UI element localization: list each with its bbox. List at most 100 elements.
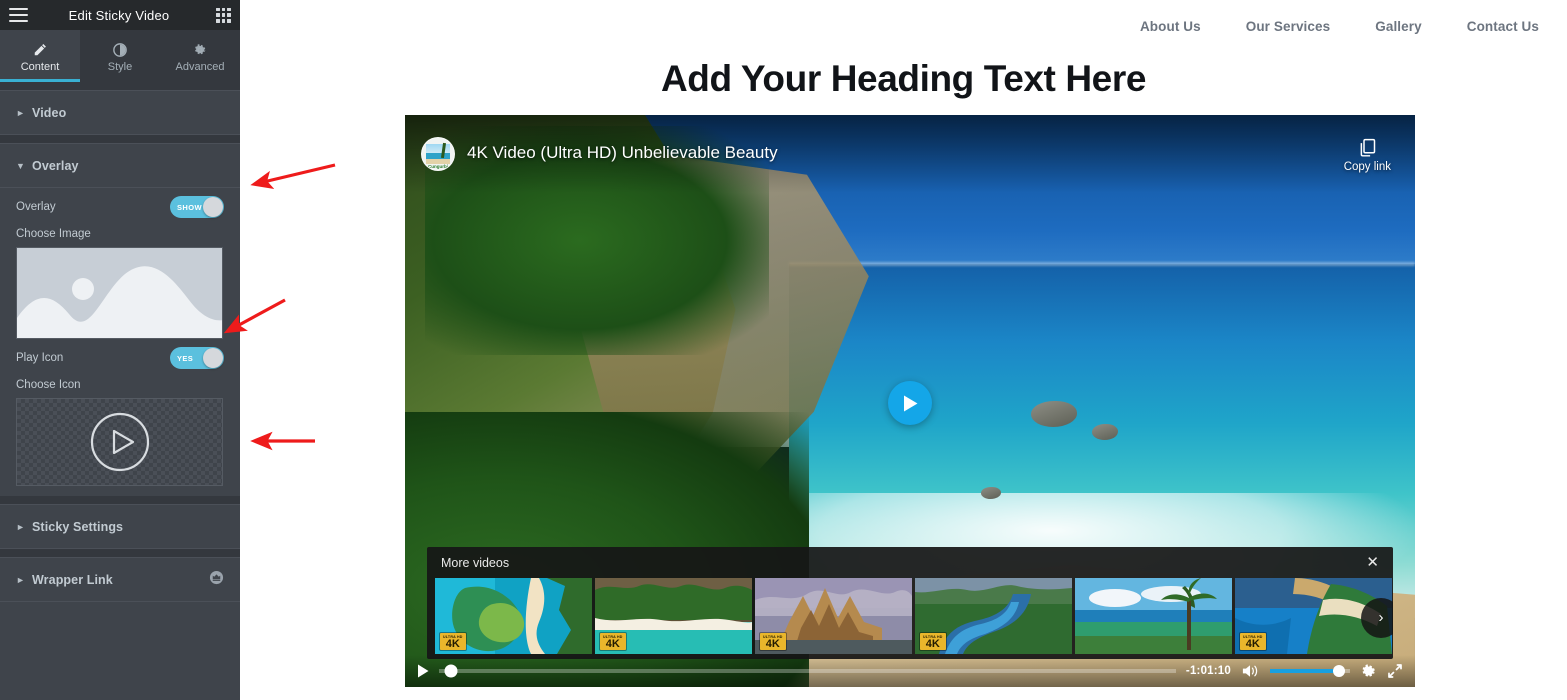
video-title[interactable]: 4K Video (Ultra HD) Unbelievable Beauty (467, 143, 778, 163)
tab-content-label: Content (20, 61, 60, 73)
list-item[interactable]: ULTRA HD 4K (915, 578, 1072, 654)
scene-rock (1091, 423, 1118, 440)
tab-advanced[interactable]: Advanced (160, 30, 240, 82)
more-videos-label: More videos (441, 555, 510, 570)
player-controls: -1:01:10 (405, 655, 1415, 687)
section-gap (0, 496, 240, 504)
nav-item-contact-us[interactable]: Contact Us (1467, 19, 1539, 34)
fullscreen-icon (1388, 664, 1402, 678)
section-gap (0, 549, 240, 557)
close-icon[interactable]: ✕ (1366, 555, 1379, 570)
toggle-knob (203, 197, 223, 217)
badge-main: 4K (925, 638, 940, 650)
pro-icon (209, 570, 224, 590)
section-wrapper-link-label: Wrapper Link (32, 572, 113, 587)
chevron-right-icon: ► (16, 107, 25, 118)
play-icon-toggle-label: Play Icon (16, 352, 64, 364)
chevron-right-icon: ► (16, 521, 25, 532)
section-video[interactable]: ► Video (0, 90, 240, 135)
gear-icon (1362, 663, 1375, 677)
section-video-label: Video (32, 105, 67, 120)
list-item[interactable]: ULTRA HD 4K (755, 578, 912, 654)
choose-icon-label: Choose Icon (16, 379, 81, 391)
site-navigation: About Us Our Services Gallery Contact Us (1140, 0, 1567, 52)
grid-icon[interactable] (216, 7, 231, 23)
big-play-button[interactable] (888, 381, 932, 425)
copy-link-button[interactable]: Copy link (1344, 137, 1391, 173)
list-item[interactable] (1075, 578, 1232, 654)
play-icon-toggle-row: Play Icon YES (16, 339, 224, 377)
nav-item-our-services[interactable]: Our Services (1246, 19, 1331, 34)
chevron-right-icon: ► (16, 574, 25, 585)
badge-4k: ULTRA HD 4K (760, 633, 786, 650)
copy-link-label: Copy link (1343, 161, 1391, 173)
overlay-toggle[interactable]: SHOW (170, 196, 224, 218)
chevron-right-icon[interactable]: › (1361, 597, 1393, 638)
tab-content[interactable]: Content (0, 30, 80, 82)
panel-title: Edit Sticky Video (68, 7, 170, 23)
play-icon-toggle[interactable]: YES (170, 347, 224, 369)
image-placeholder-icon (17, 248, 222, 338)
progress-scrubber[interactable] (444, 664, 458, 678)
tab-style[interactable]: Style (80, 30, 160, 82)
more-videos-panel: More videos ✕ ULTRA HD 4K ULTRA HD 4K UL… (427, 547, 1393, 659)
pencil-icon (33, 43, 47, 57)
screen: Edit Sticky Video Content Style Advanced… (0, 0, 1567, 700)
badge-main: 4K (605, 638, 620, 650)
section-gap (0, 82, 240, 90)
progress-bar[interactable] (439, 664, 1176, 678)
tab-style-label: Style (107, 61, 133, 73)
panel-tabs: Content Style Advanced (0, 30, 240, 82)
overlay-toggle-row: Overlay SHOW (16, 188, 224, 226)
page-heading: Add Your Heading Text Here (660, 58, 1147, 99)
thumbnail-image (1075, 578, 1232, 654)
section-wrapper-link[interactable]: ► Wrapper Link (0, 557, 240, 602)
badge-main: 4K (1245, 638, 1260, 650)
badge-4k: ULTRA HD 4K (920, 633, 946, 650)
scene-rock (980, 486, 1001, 499)
elementor-panel: Edit Sticky Video Content Style Advanced… (0, 0, 240, 700)
channel-avatar[interactable]: Cungurbi (421, 137, 455, 171)
volume-button[interactable] (1241, 663, 1260, 679)
more-videos-strip: ULTRA HD 4K ULTRA HD 4K ULTRA HD 4K ULTR… (427, 578, 1393, 657)
badge-4k: ULTRA HD 4K (600, 633, 626, 650)
play-icon (903, 395, 917, 411)
play-pause-button[interactable] (417, 664, 429, 678)
copy-icon (1360, 138, 1376, 157)
volume-icon (1242, 665, 1258, 677)
avatar-caption: Cungurbi (428, 164, 448, 169)
list-item[interactable]: ULTRA HD 4K (595, 578, 752, 654)
overlay-toggle-state: SHOW (177, 202, 202, 212)
more-videos-header: More videos ✕ (427, 547, 1393, 578)
play-icon (418, 664, 429, 678)
badge-4k: ULTRA HD 4K (440, 633, 466, 650)
nav-item-gallery[interactable]: Gallery (1375, 19, 1421, 34)
settings-button[interactable] (1360, 663, 1377, 680)
contrast-icon (113, 43, 127, 57)
site-preview: About Us Our Services Gallery Contact Us… (240, 0, 1567, 700)
section-sticky-settings-label: Sticky Settings (32, 519, 124, 534)
badge-main: 4K (765, 638, 780, 650)
video-player[interactable]: Cungurbi 4K Video (Ultra HD) Unbelievabl… (405, 115, 1415, 687)
list-item[interactable]: ULTRA HD 4K (435, 578, 592, 654)
volume-fill (1270, 669, 1339, 673)
fullscreen-button[interactable] (1387, 663, 1403, 679)
nav-item-about-us[interactable]: About Us (1140, 19, 1201, 34)
badge-4k: ULTRA HD 4K (1240, 633, 1266, 650)
choose-image-thumbnail[interactable] (16, 247, 223, 339)
choose-icon-thumbnail[interactable] (16, 398, 223, 486)
section-overlay[interactable]: ▼ Overlay (0, 143, 240, 188)
volume-knob[interactable] (1332, 665, 1345, 677)
choose-image-label: Choose Image (16, 228, 91, 240)
chevron-down-icon: ▼ (16, 160, 25, 171)
gear-icon (193, 43, 207, 57)
play-icon-toggle-state: YES (177, 353, 194, 363)
hamburger-icon[interactable] (9, 8, 28, 22)
badge-main: 4K (445, 638, 460, 650)
time-remaining: -1:01:10 (1185, 665, 1231, 677)
section-gap (0, 135, 240, 143)
overlay-settings-body: Overlay SHOW Choose Image Play Icon YES (0, 188, 240, 496)
tab-advanced-label: Advanced (175, 61, 225, 73)
volume-slider[interactable] (1270, 665, 1350, 677)
section-sticky-settings[interactable]: ► Sticky Settings (0, 504, 240, 549)
